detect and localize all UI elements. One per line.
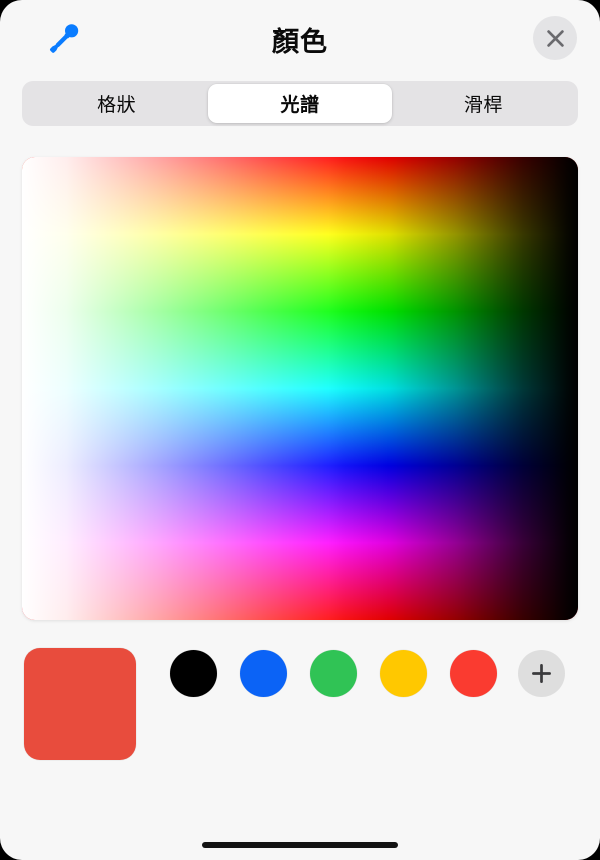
close-icon xyxy=(546,29,564,47)
segment-spectrum-label: 光譜 xyxy=(280,95,320,116)
color-spectrum-canvas[interactable] xyxy=(22,157,578,620)
current-color-swatch[interactable] xyxy=(24,648,136,760)
close-button[interactable] xyxy=(533,16,577,60)
swatch-blue[interactable] xyxy=(240,650,287,697)
page-title: 顏色 xyxy=(272,26,328,57)
swatch-red[interactable] xyxy=(450,650,497,697)
home-indicator xyxy=(202,842,398,848)
color-picker-screen: 顏色 格狀 光譜 滑桿 xyxy=(0,0,600,860)
swatch-row xyxy=(0,640,600,768)
mode-segmented-control[interactable]: 格狀 光譜 滑桿 xyxy=(22,81,578,126)
swatch-black[interactable] xyxy=(170,650,217,697)
segment-grid-label: 格狀 xyxy=(97,95,137,116)
segment-sliders-label: 滑桿 xyxy=(463,95,503,116)
header-bar: 顏色 xyxy=(0,0,600,78)
spectrum-brightness-layer xyxy=(22,157,578,620)
add-color-button[interactable] xyxy=(518,650,565,697)
segment-grid[interactable]: 格狀 xyxy=(25,84,208,123)
swatch-yellow[interactable] xyxy=(380,650,427,697)
swatch-green[interactable] xyxy=(310,650,357,697)
segment-spectrum[interactable]: 光譜 xyxy=(208,84,392,123)
segment-sliders[interactable]: 滑桿 xyxy=(392,84,575,123)
plus-icon xyxy=(532,664,551,683)
